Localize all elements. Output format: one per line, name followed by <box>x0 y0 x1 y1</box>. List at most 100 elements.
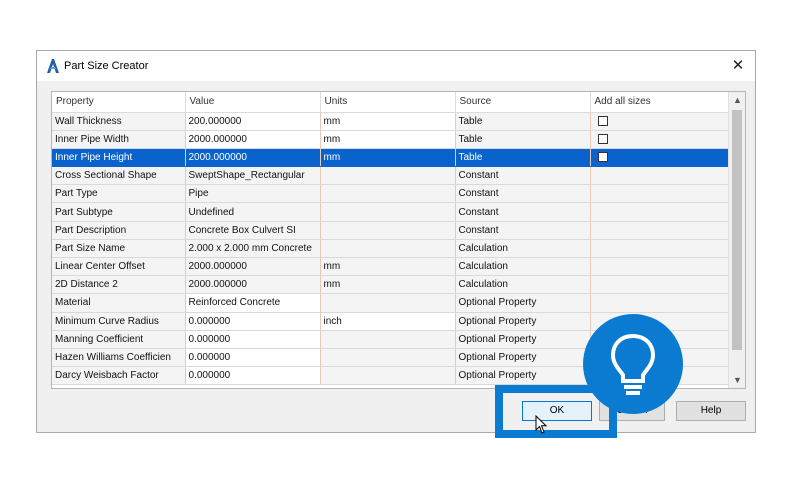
table-row[interactable]: Part Description Concrete Box Culvert SI C… <box>52 221 729 240</box>
add-all-sizes-cell <box>590 184 729 204</box>
scroll-down-arrow-icon[interactable]: ▼ <box>729 372 745 388</box>
value-cell[interactable]: 2.000 x 2.000 mm Concrete <box>185 239 321 259</box>
close-icon: ✕ <box>731 57 745 74</box>
column-header-source[interactable]: Source <box>455 92 591 113</box>
property-cell[interactable]: Linear Center Offset <box>52 257 186 277</box>
add-all-sizes-cell <box>590 148 729 168</box>
source-cell[interactable]: Table <box>455 130 591 149</box>
table-row[interactable]: Cross Sectional Shape SweptShape_Rectangu… <box>52 166 729 186</box>
property-cell[interactable]: Part Subtype <box>52 202 186 222</box>
add-all-sizes-cell <box>590 257 729 277</box>
value-cell[interactable]: 2000.000000 <box>185 148 321 168</box>
value-cell[interactable]: 0.000000 <box>185 348 321 368</box>
value-cell[interactable]: Pipe <box>185 184 321 204</box>
units-cell[interactable]: mm <box>320 112 456 131</box>
units-cell[interactable]: inch <box>320 312 456 331</box>
add-all-sizes-checkbox[interactable] <box>597 115 608 126</box>
source-cell[interactable]: Calculation <box>455 239 591 259</box>
add-all-sizes-checkbox[interactable] <box>597 134 608 145</box>
property-cell[interactable]: Darcy Weisbach Factor <box>52 366 186 386</box>
table-row[interactable]: Inner Pipe Width 2000.000000 mm Table <box>52 130 729 149</box>
units-cell[interactable]: mm <box>320 130 456 149</box>
table-row[interactable]: Part Subtype Undefined Constant <box>52 202 729 222</box>
units-cell[interactable] <box>320 348 456 368</box>
ok-button-highlight <box>495 385 617 438</box>
source-cell[interactable]: Optional Property <box>455 312 591 331</box>
value-cell[interactable]: 2000.000000 <box>185 130 321 149</box>
property-cell[interactable]: Inner Pipe Width <box>52 130 186 149</box>
units-cell[interactable] <box>320 366 456 386</box>
table-row[interactable]: Part Type Pipe Constant <box>52 184 729 204</box>
source-cell[interactable]: Constant <box>455 184 591 204</box>
units-cell[interactable] <box>320 293 456 313</box>
column-header-property[interactable]: Property <box>52 92 186 113</box>
title-bar: Part Size Creator ✕ <box>37 51 755 81</box>
column-header-value[interactable]: Value <box>185 92 321 113</box>
value-cell[interactable]: 2000.000000 <box>185 275 321 295</box>
column-header-units[interactable]: Units <box>320 92 456 113</box>
source-cell[interactable]: Table <box>455 148 591 168</box>
property-cell[interactable]: Hazen Williams Coefficien <box>52 348 186 368</box>
units-cell[interactable]: mm <box>320 148 456 168</box>
value-cell[interactable]: SweptShape_Rectangular <box>185 166 321 186</box>
header-row: Property Value Units Source Add all size… <box>52 92 729 113</box>
add-all-sizes-cell <box>590 275 729 295</box>
property-cell[interactable]: Wall Thickness <box>52 112 186 131</box>
source-cell[interactable]: Optional Property <box>455 330 591 349</box>
add-all-sizes-cell <box>590 239 729 259</box>
add-all-sizes-cell <box>590 112 729 131</box>
value-cell[interactable]: Concrete Box Culvert SI <box>185 221 321 240</box>
property-cell[interactable]: Part Size Name <box>52 239 186 259</box>
source-cell[interactable]: Optional Property <box>455 366 591 386</box>
property-cell[interactable]: 2D Distance 2 <box>52 275 186 295</box>
value-cell[interactable]: Reinforced Concrete <box>185 293 321 313</box>
value-cell[interactable]: 0.000000 <box>185 330 321 349</box>
close-button[interactable]: ✕ <box>729 56 747 76</box>
property-cell[interactable]: Material <box>52 293 186 313</box>
units-cell[interactable]: mm <box>320 257 456 277</box>
source-cell[interactable]: Optional Property <box>455 293 591 313</box>
units-cell[interactable] <box>320 221 456 240</box>
table-row[interactable]: Part Size Name 2.000 x 2.000 mm Concrete C… <box>52 239 729 259</box>
source-cell[interactable]: Constant <box>455 202 591 222</box>
add-all-sizes-cell <box>590 293 729 313</box>
source-cell[interactable]: Calculation <box>455 275 591 295</box>
units-cell[interactable] <box>320 166 456 186</box>
value-cell[interactable]: Undefined <box>185 202 321 222</box>
source-cell[interactable]: Optional Property <box>455 348 591 368</box>
units-cell[interactable]: mm <box>320 275 456 295</box>
help-button[interactable]: Help <box>676 401 746 421</box>
units-cell[interactable] <box>320 330 456 349</box>
property-cell[interactable]: Part Type <box>52 184 186 204</box>
value-cell[interactable]: 2000.000000 <box>185 257 321 277</box>
column-header-add-all-sizes[interactable]: Add all sizes <box>590 92 729 113</box>
scroll-thumb[interactable] <box>732 110 742 350</box>
table-row[interactable]: Linear Center Offset 2000.000000 mm Calcula… <box>52 257 729 277</box>
table-row[interactable]: Wall Thickness 200.000000 mm Table <box>52 112 729 131</box>
table-row[interactable]: Material Reinforced Concrete Optional Prop… <box>52 293 729 313</box>
dialog-title: Part Size Creator <box>64 60 149 72</box>
add-all-sizes-checkbox[interactable] <box>597 152 608 163</box>
autodesk-civil-icon <box>47 59 59 73</box>
units-cell[interactable] <box>320 239 456 259</box>
add-all-sizes-cell <box>590 221 729 240</box>
source-cell[interactable]: Constant <box>455 221 591 240</box>
value-cell[interactable]: 200.000000 <box>185 112 321 131</box>
property-cell[interactable]: Manning Coefficient <box>52 330 186 349</box>
source-cell[interactable]: Calculation <box>455 257 591 277</box>
value-cell[interactable]: 0.000000 <box>185 366 321 386</box>
table-row[interactable]: Inner Pipe Height 2000.000000 mm Table <box>52 148 729 168</box>
source-cell[interactable]: Constant <box>455 166 591 186</box>
property-cell[interactable]: Inner Pipe Height <box>52 148 186 168</box>
source-cell[interactable]: Table <box>455 112 591 131</box>
units-cell[interactable] <box>320 184 456 204</box>
units-cell[interactable] <box>320 202 456 222</box>
property-cell[interactable]: Cross Sectional Shape <box>52 166 186 186</box>
property-cell[interactable]: Minimum Curve Radius <box>52 312 186 331</box>
property-cell[interactable]: Part Description <box>52 221 186 240</box>
vertical-scrollbar[interactable]: ▲ ▼ <box>728 92 745 388</box>
table-row[interactable]: 2D Distance 2 2000.000000 mm Calculation <box>52 275 729 295</box>
value-cell[interactable]: 0.000000 <box>185 312 321 331</box>
scroll-up-arrow-icon[interactable]: ▲ <box>729 92 745 108</box>
add-all-sizes-cell <box>590 166 729 186</box>
